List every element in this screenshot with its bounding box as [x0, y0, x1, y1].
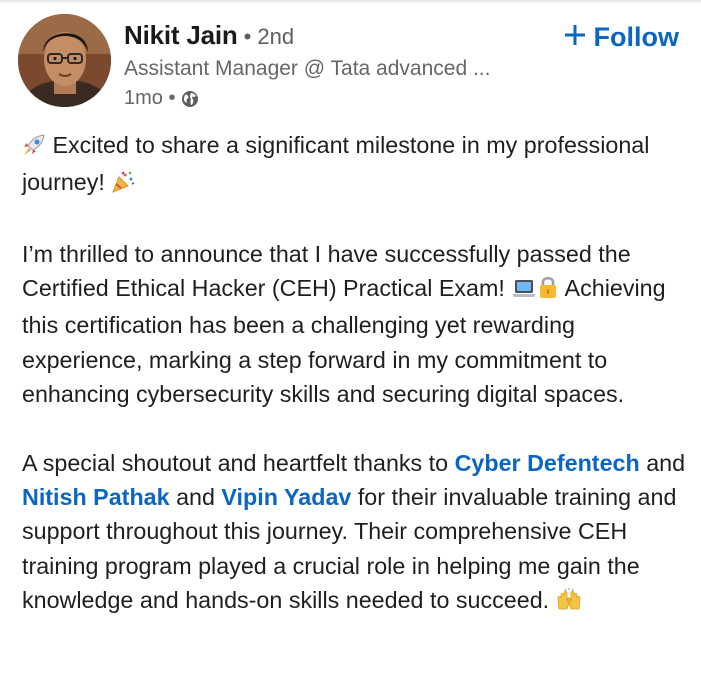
mention-cyber-defentech[interactable]: Cyber Defentech	[455, 450, 640, 476]
avatar[interactable]	[18, 14, 111, 107]
post-paragraph-3: A special shoutout and heartfelt thanks …	[22, 446, 686, 620]
plus-icon	[564, 22, 586, 53]
laptop-emoji	[511, 274, 537, 308]
post-age: 1mo •	[124, 87, 176, 109]
connection-degree: • 2nd	[243, 24, 295, 49]
lock-emoji	[537, 274, 559, 308]
rocket-emoji	[22, 131, 46, 165]
mention-nitish-pathak[interactable]: Nitish Pathak	[22, 484, 170, 510]
top-edge-shadow	[0, 0, 701, 4]
author-headline: Assistant Manager @ Tata advanced ...	[124, 57, 491, 80]
post-paragraph-1: Excited to share a significant milestone…	[22, 128, 686, 203]
follow-label: Follow	[593, 22, 679, 52]
author-name[interactable]: Nikit Jain	[124, 20, 238, 51]
post-meta: 1mo •	[124, 87, 199, 110]
paragraph-3-text-b: and	[639, 449, 686, 476]
mention-vipin-yadav[interactable]: Vipin Yadav	[221, 484, 351, 510]
post-paragraph-2: I’m thrilled to announce that I have suc…	[22, 237, 686, 411]
party-popper-emoji	[111, 168, 135, 202]
globe-icon	[181, 90, 199, 108]
paragraph-3-text-a: A special shoutout and heartfelt thanks …	[22, 449, 455, 476]
post-body: Excited to share a significant milestone…	[22, 128, 686, 620]
follow-button[interactable]: Follow	[564, 22, 679, 53]
author-name-row: Nikit Jain • 2nd	[124, 20, 294, 52]
raising-hands-emoji	[556, 586, 582, 620]
paragraph-3-text-c: and	[169, 483, 222, 510]
